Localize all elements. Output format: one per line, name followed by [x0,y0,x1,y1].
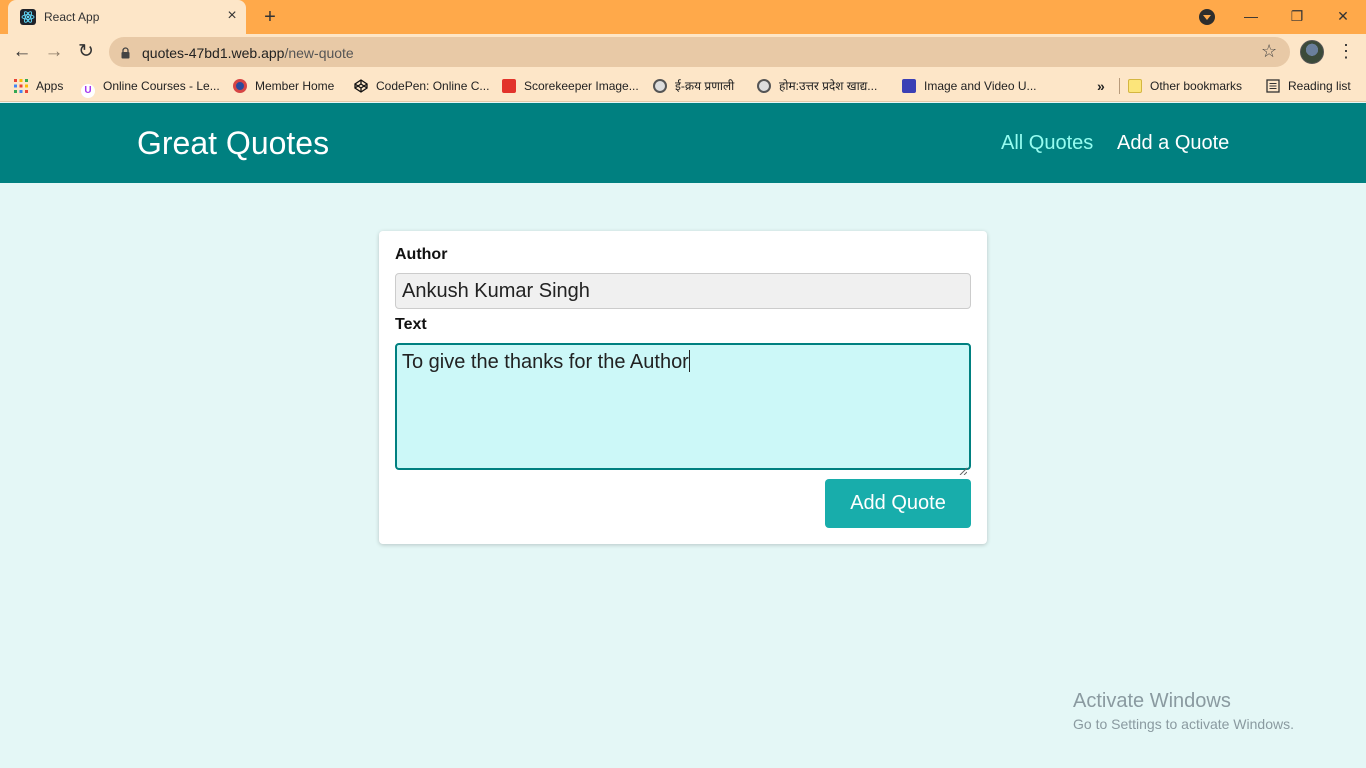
up-gov-icon [757,79,771,93]
bookmark-codepen[interactable]: CodePen: Online C... [354,77,489,95]
bookmark-label: ई-क्रय प्रणाली [675,79,735,93]
scorekeeper-icon [502,79,516,93]
url-domain: quotes-47bd1.web.app [142,45,285,61]
profile-avatar[interactable] [1300,40,1324,64]
bookmark-image-video[interactable]: Image and Video U... [902,77,1037,95]
tab-title: React App [44,10,100,24]
text-caret [688,350,690,372]
bookmark-label: Image and Video U... [924,79,1037,93]
bookmark-label: Member Home [255,79,335,93]
bookmarks-divider [1119,78,1120,94]
close-tab-icon[interactable]: × [224,8,240,24]
url-path: /new-quote [284,45,354,61]
address-bar[interactable]: quotes-47bd1.web.app/new-quote ☆ [109,37,1290,67]
other-bookmarks-label: Other bookmarks [1150,79,1243,93]
bookmark-star-icon[interactable]: ☆ [1261,41,1277,62]
author-label: Author [395,246,448,263]
other-bookmarks[interactable]: Other bookmarks [1128,77,1242,95]
restore-icon[interactable]: ❐ [1282,4,1312,28]
browser-tab[interactable]: React App × [8,0,246,34]
react-favicon-icon [20,9,36,25]
watermark-title: Activate Windows [1073,690,1231,712]
reload-icon[interactable]: ↻ [75,41,97,63]
bookmark-up-food[interactable]: होम:उत्तर प्रदेश खाद्य... [757,77,877,95]
bookmark-label: Apps [36,79,64,93]
text-textarea[interactable]: To give the thanks for the Author [395,343,971,476]
nav-add-quote[interactable]: Add a Quote [1117,132,1229,155]
new-tab-icon[interactable]: + [259,6,281,28]
lock-icon [121,46,130,59]
bookmark-label: होम:उत्तर प्रदेश खाद्य... [779,79,878,93]
browser-toolbar: ← → ↻ quotes-47bd1.web.app/new-quote ☆ ⋮ [0,34,1366,70]
image-upload-icon [902,79,916,93]
bookmark-scorekeeper[interactable]: Scorekeeper Image... [502,77,639,95]
forward-arrow-icon[interactable]: → [43,41,65,63]
menu-kebab-icon[interactable]: ⋮ [1337,41,1355,62]
minimize-icon[interactable]: — [1236,4,1266,28]
bookmark-member-home[interactable]: Member Home [233,77,334,95]
bookmark-label: Online Courses - Le... [103,79,220,93]
reading-list[interactable]: Reading list [1266,77,1351,95]
add-quote-button[interactable]: Add Quote [825,479,971,528]
back-arrow-icon[interactable]: ← [11,41,33,63]
more-bookmarks-icon[interactable]: » [1097,77,1105,95]
app-header: Great Quotes All Quotes Add a Quote [0,103,1366,183]
nav-all-quotes[interactable]: All Quotes [1001,132,1093,155]
author-input[interactable]: Ankush Kumar Singh [395,273,971,309]
quote-form-card: Author Ankush Kumar Singh Text To give t… [379,231,987,544]
tab-search-icon[interactable] [1199,9,1215,25]
browser-tabstrip: React App × + — ❐ ✕ [0,0,1366,34]
reading-list-label: Reading list [1288,79,1351,93]
bookmark-udemy[interactable]: U Online Courses - Le... [81,77,220,98]
member-home-icon [233,79,247,93]
bookmark-label: CodePen: Online C... [376,79,490,93]
bookmarks-bar: Apps U Online Courses - Le... Member Home… [0,70,1366,102]
reading-list-icon [1266,79,1280,93]
watermark-subtitle: Go to Settings to activate Windows. [1073,716,1294,732]
text-label: Text [395,316,427,333]
text-textarea-value: To give the thanks for the Author [402,351,689,373]
apps-grid-icon [14,79,28,93]
folder-icon [1128,79,1142,93]
app-logo: Great Quotes [137,125,330,161]
bookmark-e-kray[interactable]: ई-क्रय प्रणाली [653,77,734,95]
url-text: quotes-47bd1.web.app/new-quote [142,45,354,61]
up-gov-icon [653,79,667,93]
resize-handle-icon[interactable] [959,458,968,476]
bookmark-apps[interactable]: Apps [14,77,63,95]
bookmark-label: Scorekeeper Image... [524,79,639,93]
codepen-icon [354,79,368,93]
window-close-icon[interactable]: ✕ [1328,4,1358,28]
udemy-icon: U [81,84,95,98]
activate-windows-watermark: Activate Windows Go to Settings to activ… [1073,690,1294,732]
